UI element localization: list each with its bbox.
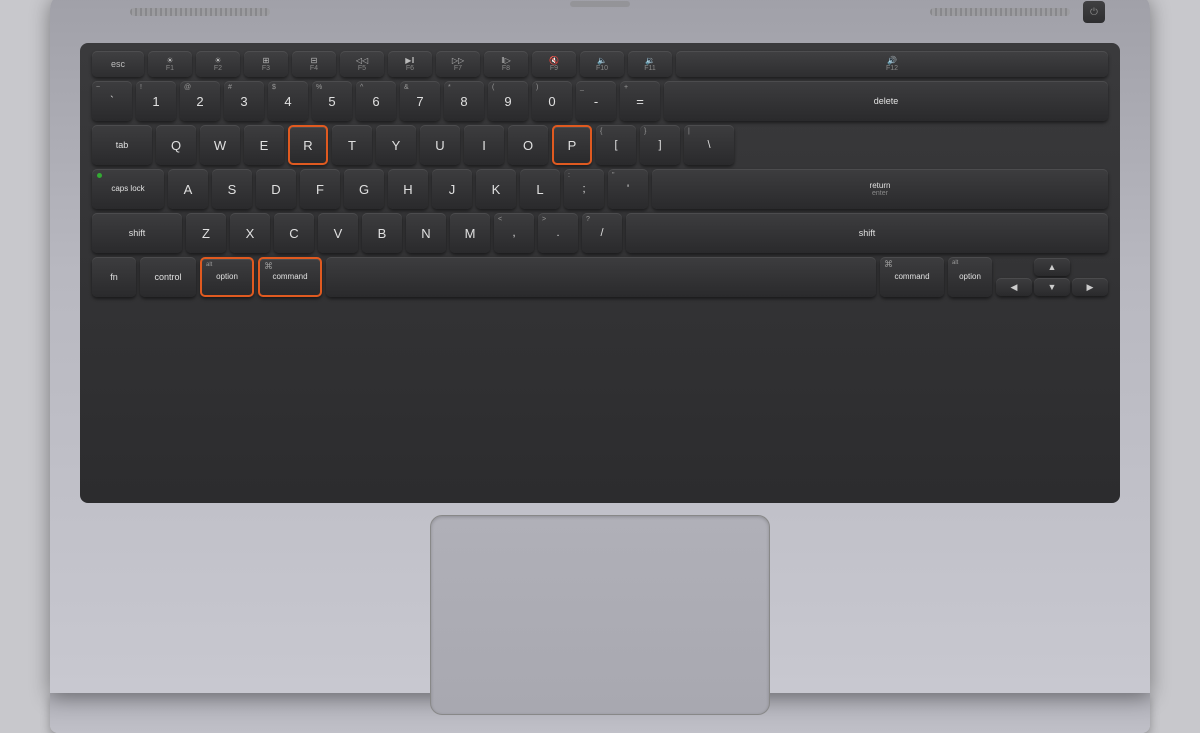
key-y[interactable]: Y	[376, 125, 416, 165]
camera-indicator	[570, 1, 630, 7]
key-command-left[interactable]: ⌘ command	[258, 257, 322, 297]
keyboard: esc ☀ F1 ☀ F2 ⊞ F3 ⊟ F4	[80, 43, 1120, 503]
key-k[interactable]: K	[476, 169, 516, 209]
key-period[interactable]: > .	[538, 213, 578, 253]
key-x[interactable]: X	[230, 213, 270, 253]
key-q[interactable]: Q	[156, 125, 196, 165]
qwerty-row: tab Q W E R T Y	[92, 125, 1108, 165]
key-f3[interactable]: ⊞ F3	[244, 51, 288, 77]
key-l[interactable]: L	[520, 169, 560, 209]
fn-row: esc ☀ F1 ☀ F2 ⊞ F3 ⊟ F4	[92, 51, 1108, 77]
trackpad[interactable]	[430, 515, 770, 715]
key-arrow-up[interactable]: ▲	[1034, 258, 1070, 276]
key-quote[interactable]: " '	[608, 169, 648, 209]
key-arrow-right[interactable]: ▶	[1072, 278, 1108, 296]
key-backtick[interactable]: ~ `	[92, 81, 132, 121]
zxcv-row: shift Z X C V B N	[92, 213, 1108, 253]
key-semicolon[interactable]: : ;	[564, 169, 604, 209]
key-open-bracket[interactable]: { [	[596, 125, 636, 165]
key-f12[interactable]: 🔊 F12	[676, 51, 1108, 77]
key-fn[interactable]: fn	[92, 257, 136, 297]
key-f5[interactable]: ◁◁ F5	[340, 51, 384, 77]
key-6[interactable]: ^ 6	[356, 81, 396, 121]
bottom-row: fn control alt option ⌘ command ⌘ comman	[92, 257, 1108, 297]
power-button[interactable]: ⏻	[1083, 1, 1105, 23]
key-f4[interactable]: ⊟ F4	[292, 51, 336, 77]
key-r[interactable]: R	[288, 125, 328, 165]
key-b[interactable]: B	[362, 213, 402, 253]
key-t[interactable]: T	[332, 125, 372, 165]
key-f8[interactable]: ‖▷ F8	[484, 51, 528, 77]
key-spacebar[interactable]	[326, 257, 876, 297]
key-n[interactable]: N	[406, 213, 446, 253]
key-comma[interactable]: < ,	[494, 213, 534, 253]
key-f10[interactable]: 🔈 F10	[580, 51, 624, 77]
key-2[interactable]: @ 2	[180, 81, 220, 121]
number-row: ~ ` ! 1 @ 2 # 3 $ 4	[92, 81, 1108, 121]
key-f6[interactable]: ▶‖ F6	[388, 51, 432, 77]
key-7[interactable]: & 7	[400, 81, 440, 121]
asdf-row: caps lock A S D F G H	[92, 169, 1108, 209]
key-a[interactable]: A	[168, 169, 208, 209]
arrow-cluster: ▲ ◀ ▼ ▶	[996, 258, 1108, 296]
laptop-body: ⏻ esc ☀ F1 ☀ F2 ⊞ F3	[50, 0, 1150, 693]
key-enter[interactable]: return enter	[652, 169, 1108, 209]
key-s[interactable]: S	[212, 169, 252, 209]
key-option-right[interactable]: alt option	[948, 257, 992, 297]
key-i[interactable]: I	[464, 125, 504, 165]
key-option-left[interactable]: alt option	[200, 257, 254, 297]
key-minus[interactable]: _ -	[576, 81, 616, 121]
key-caps-lock[interactable]: caps lock	[92, 169, 164, 209]
key-control[interactable]: control	[140, 257, 196, 297]
key-f[interactable]: F	[300, 169, 340, 209]
speaker-right	[930, 8, 1070, 16]
key-j[interactable]: J	[432, 169, 472, 209]
key-4[interactable]: $ 4	[268, 81, 308, 121]
key-g[interactable]: G	[344, 169, 384, 209]
key-1[interactable]: ! 1	[136, 81, 176, 121]
key-3[interactable]: # 3	[224, 81, 264, 121]
key-z[interactable]: Z	[186, 213, 226, 253]
key-f9[interactable]: 🔇 F9	[532, 51, 576, 77]
key-equals[interactable]: + =	[620, 81, 660, 121]
key-backslash[interactable]: | \	[684, 125, 734, 165]
key-arrow-down[interactable]: ▼	[1034, 278, 1070, 296]
speaker-left	[130, 8, 270, 16]
key-8[interactable]: * 8	[444, 81, 484, 121]
key-v[interactable]: V	[318, 213, 358, 253]
key-f2[interactable]: ☀ F2	[196, 51, 240, 77]
key-close-bracket[interactable]: } ]	[640, 125, 680, 165]
key-shift-right[interactable]: shift	[626, 213, 1108, 253]
key-5[interactable]: % 5	[312, 81, 352, 121]
key-f1[interactable]: ☀ F1	[148, 51, 192, 77]
key-d[interactable]: D	[256, 169, 296, 209]
key-f7[interactable]: ▷▷ F7	[436, 51, 480, 77]
key-h[interactable]: H	[388, 169, 428, 209]
key-c[interactable]: C	[274, 213, 314, 253]
key-o[interactable]: O	[508, 125, 548, 165]
key-w[interactable]: W	[200, 125, 240, 165]
key-m[interactable]: M	[450, 213, 490, 253]
key-shift-left[interactable]: shift	[92, 213, 182, 253]
key-9[interactable]: ( 9	[488, 81, 528, 121]
key-command-right[interactable]: ⌘ command	[880, 257, 944, 297]
key-0[interactable]: ) 0	[532, 81, 572, 121]
key-esc[interactable]: esc	[92, 51, 144, 77]
key-p[interactable]: P	[552, 125, 592, 165]
key-slash[interactable]: ? /	[582, 213, 622, 253]
key-f11[interactable]: 🔉 F11	[628, 51, 672, 77]
key-e[interactable]: E	[244, 125, 284, 165]
key-delete[interactable]: delete	[664, 81, 1108, 121]
key-u[interactable]: U	[420, 125, 460, 165]
key-arrow-left[interactable]: ◀	[996, 278, 1032, 296]
key-tab[interactable]: tab	[92, 125, 152, 165]
